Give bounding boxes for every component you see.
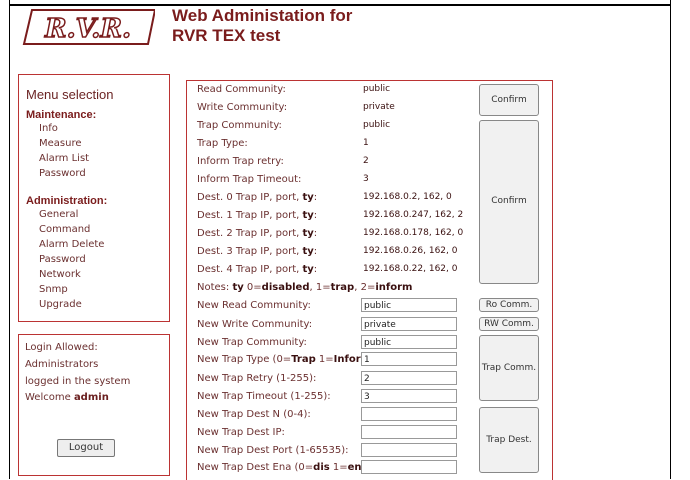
login-panel: Login Allowed: Administrators logged in … (18, 334, 170, 476)
new-trap-type-input[interactable]: 1 (361, 352, 457, 366)
dest0-value: 192.168.0.2, 162, 0 (363, 192, 452, 202)
new-read-community-label: New Read Community: (197, 300, 311, 311)
menu-item-general[interactable]: General (39, 209, 78, 220)
ro-comm-button[interactable]: Ro Comm. (479, 298, 539, 312)
logout-button[interactable]: Logout (57, 439, 115, 457)
menu-item-snmp[interactable]: Snmp (39, 284, 68, 295)
menu-item-alarm-delete[interactable]: Alarm Delete (39, 239, 104, 250)
new-trap-type-label: New Trap Type (0=Trap 1=Inform) (197, 354, 375, 365)
trap-type-value: 1 (363, 138, 369, 148)
maintenance-heading: Maintenance: (26, 109, 97, 121)
dest3-value: 192.168.0.26, 162, 0 (363, 246, 458, 256)
new-trap-retry-input[interactable]: 2 (361, 371, 457, 385)
new-trap-community-label: New Trap Community: (197, 337, 307, 348)
inform-timeout-value: 3 (363, 174, 369, 184)
new-trap-dest-ena-label: New Trap Dest Ena (0=dis 1=en): (197, 462, 369, 473)
menu-item-measure[interactable]: Measure (39, 138, 82, 149)
menu-panel: Menu selection Maintenance: Info Measure… (18, 74, 170, 322)
trap-type-label: Trap Type: (197, 138, 248, 149)
inform-timeout-label: Inform Trap Timeout: (197, 174, 302, 185)
page-title-line1: Web Administation for (172, 6, 353, 25)
dest0-label: Dest. 0 Trap IP, port, ty: (197, 192, 318, 203)
new-trap-dest-ip-input[interactable] (361, 425, 457, 439)
trap-dest-button[interactable]: Trap Dest. (479, 407, 539, 473)
read-community-label: Read Community: (197, 84, 286, 95)
dest2-value: 192.168.0.178, 162, 0 (363, 228, 464, 238)
rvr-logo: R.V.R. (22, 9, 155, 45)
trap-comm-button[interactable]: Trap Comm. (479, 335, 539, 401)
new-write-community-label: New Write Community: (197, 319, 313, 330)
login-allowed-text: Login Allowed: (25, 342, 98, 353)
menu-item-maintenance-password[interactable]: Password (39, 168, 86, 179)
write-community-label: Write Community: (197, 102, 288, 113)
new-trap-dest-port-label: New Trap Dest Port (1-65535): (197, 445, 349, 456)
menu-item-upgrade[interactable]: Upgrade (39, 299, 82, 310)
read-community-value: public (363, 84, 391, 94)
new-read-community-input[interactable]: public (361, 298, 457, 312)
menu-item-admin-password[interactable]: Password (39, 254, 86, 265)
dest3-label: Dest. 3 Trap IP, port, ty: (197, 246, 318, 257)
menu-title: Menu selection (26, 87, 114, 102)
inform-retry-label: Inform Trap retry: (197, 156, 284, 167)
page-right-border (670, 0, 671, 479)
page-title: Web Administation for RVR TEX test (172, 6, 352, 46)
new-trap-dest-n-input[interactable] (361, 407, 457, 421)
page-left-border (9, 0, 10, 479)
menu-item-network[interactable]: Network (39, 269, 81, 280)
inform-retry-value: 2 (363, 156, 369, 166)
new-trap-community-input[interactable]: public (361, 335, 457, 349)
login-administrators-text: Administrators (25, 359, 99, 370)
new-trap-dest-ip-label: New Trap Dest IP: (197, 427, 285, 438)
new-trap-dest-port-input[interactable] (361, 443, 457, 457)
trap-community-value: public (363, 120, 391, 130)
rw-comm-button[interactable]: RW Comm. (479, 317, 539, 331)
welcome-user: admin (73, 392, 109, 403)
page-title-line2: RVR TEX test (172, 26, 281, 45)
confirm-button-dest[interactable]: Confirm (479, 120, 539, 284)
new-trap-dest-ena-input[interactable] (361, 460, 457, 474)
notes-text: Notes: ty 0=disabled, 1=trap, 2=inform (197, 282, 413, 293)
new-trap-timeout-label: New Trap Timeout (1-255): (197, 391, 331, 402)
login-logged-text: logged in the system (25, 376, 131, 387)
new-write-community-input[interactable]: private (361, 317, 457, 331)
write-community-value: private (363, 102, 395, 112)
dest1-label: Dest. 1 Trap IP, port, ty: (197, 210, 318, 221)
menu-item-alarm-list[interactable]: Alarm List (39, 153, 89, 164)
dest4-label: Dest. 4 Trap IP, port, ty: (197, 264, 318, 275)
logo-text: R.V.R. (44, 14, 131, 44)
welcome-label: Welcome (25, 392, 71, 403)
new-trap-retry-label: New Trap Retry (1-255): (197, 373, 317, 384)
dest1-value: 192.168.0.247, 162, 2 (363, 210, 464, 220)
welcome-text: Welcome admin (25, 392, 109, 403)
new-trap-timeout-input[interactable]: 3 (361, 389, 457, 403)
new-trap-dest-n-label: New Trap Dest N (0-4): (197, 409, 311, 420)
dest2-label: Dest. 2 Trap IP, port, ty: (197, 228, 318, 239)
menu-item-command[interactable]: Command (39, 224, 90, 235)
trap-community-label: Trap Community: (197, 120, 282, 131)
administration-heading: Administration: (26, 195, 108, 207)
menu-item-info[interactable]: Info (39, 123, 58, 134)
dest4-value: 192.168.0.22, 162, 0 (363, 264, 458, 274)
confirm-button-top[interactable]: Confirm (479, 84, 539, 116)
